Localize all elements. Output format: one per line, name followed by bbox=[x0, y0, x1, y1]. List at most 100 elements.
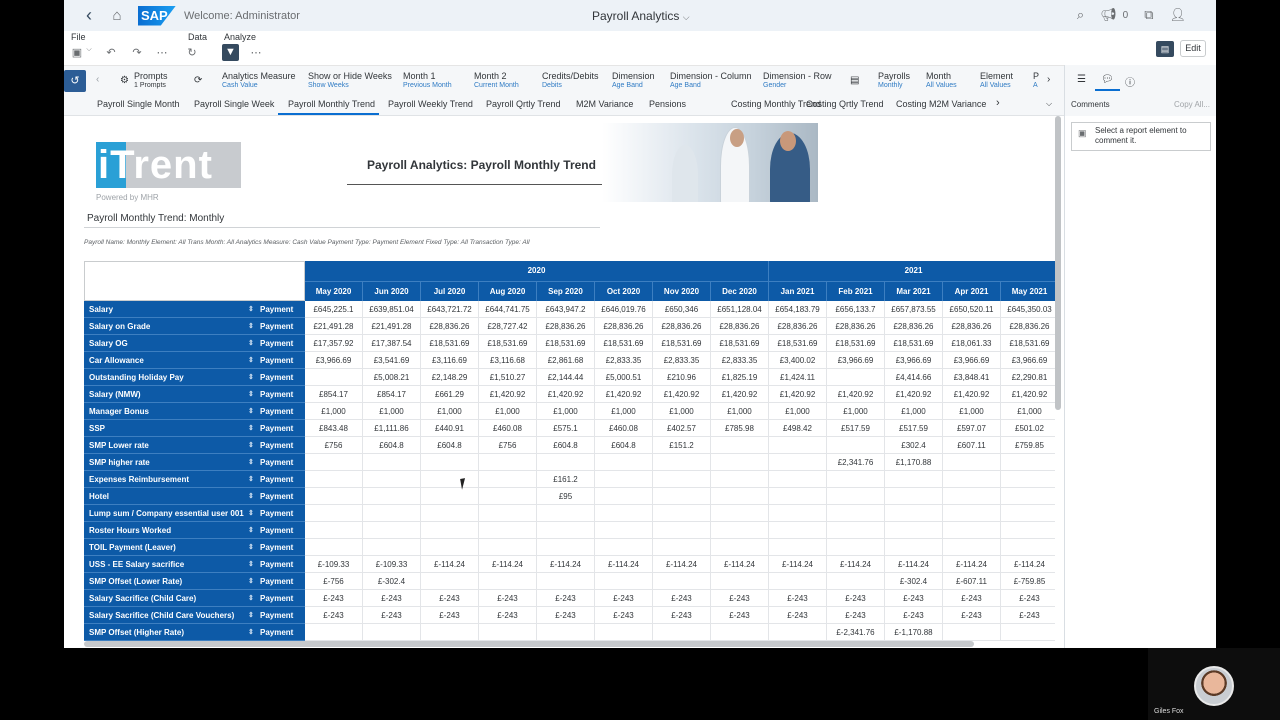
month-header[interactable]: Oct 2020 bbox=[595, 281, 653, 301]
table-cell[interactable] bbox=[363, 488, 421, 505]
table-cell[interactable]: £-243 bbox=[421, 607, 479, 624]
table-cell[interactable] bbox=[827, 437, 885, 454]
table-cell[interactable]: £28,836.26 bbox=[711, 318, 769, 335]
table-cell[interactable]: £-243 bbox=[1001, 607, 1055, 624]
table-cell[interactable] bbox=[479, 573, 537, 590]
tabs-next-icon[interactable]: › bbox=[996, 97, 1000, 109]
table-cell[interactable]: £21,491.28 bbox=[363, 318, 421, 335]
row-header[interactable]: SMP Offset (Lower Rate) ⇕ Payment bbox=[84, 573, 305, 590]
tab-payroll-single-month[interactable]: Payroll Single Month bbox=[97, 99, 180, 109]
table-cell[interactable] bbox=[653, 471, 711, 488]
table-cell[interactable]: £-243 bbox=[305, 607, 363, 624]
cmd-item-analytics-measure[interactable]: Analytics Measure Cash Value bbox=[222, 71, 296, 89]
table-cell[interactable]: £28,836.26 bbox=[769, 318, 827, 335]
row-header[interactable]: Lump sum / Company essential user 001 ⇕ Pa… bbox=[84, 505, 305, 522]
expand-toggle-icon[interactable]: ⇕ bbox=[248, 624, 254, 641]
table-cell[interactable] bbox=[769, 488, 827, 505]
cmd-item-month-1[interactable]: Month 1 Previous Month bbox=[403, 71, 452, 89]
expand-toggle-icon[interactable]: ⇕ bbox=[248, 386, 254, 403]
table-cell[interactable] bbox=[421, 624, 479, 641]
table-cell[interactable] bbox=[595, 573, 653, 590]
scroll-left-icon[interactable]: ‹ bbox=[96, 74, 99, 85]
cmd-item-month-2[interactable]: Month 2 Current Month bbox=[474, 71, 519, 89]
table-cell[interactable]: £-114.24 bbox=[653, 556, 711, 573]
table-cell[interactable] bbox=[1001, 505, 1055, 522]
table-cell[interactable]: £2,833.35 bbox=[711, 352, 769, 369]
table-cell[interactable] bbox=[653, 488, 711, 505]
expand-toggle-icon[interactable]: ⇕ bbox=[248, 352, 254, 369]
table-cell[interactable] bbox=[943, 505, 1001, 522]
table-cell[interactable]: £-109.33 bbox=[363, 556, 421, 573]
expand-toggle-icon[interactable]: ⇕ bbox=[248, 420, 254, 437]
table-cell[interactable]: £1,170.88 bbox=[885, 454, 943, 471]
table-cell[interactable]: £4,414.66 bbox=[885, 369, 943, 386]
table-cell[interactable]: £2,833.35 bbox=[653, 352, 711, 369]
row-header[interactable]: Salary ⇕ Payment bbox=[84, 301, 305, 318]
table-cell[interactable]: £1,000 bbox=[305, 403, 363, 420]
table-cell[interactable] bbox=[1001, 488, 1055, 505]
table-cell[interactable]: £-114.24 bbox=[479, 556, 537, 573]
table-cell[interactable]: £1,420.92 bbox=[943, 386, 1001, 403]
table-cell[interactable]: £1,000 bbox=[885, 403, 943, 420]
table-cell[interactable] bbox=[1001, 539, 1055, 556]
row-header[interactable]: TOIL Payment (Leaver) ⇕ Payment bbox=[84, 539, 305, 556]
horizontal-scrollbar[interactable] bbox=[84, 641, 974, 647]
table-cell[interactable] bbox=[711, 522, 769, 539]
table-cell[interactable]: £1,000 bbox=[653, 403, 711, 420]
table-cell[interactable]: £-243 bbox=[363, 590, 421, 607]
table-cell[interactable]: £-243 bbox=[363, 607, 421, 624]
table-cell[interactable] bbox=[1001, 471, 1055, 488]
more-icon[interactable]: ⋯ bbox=[155, 46, 169, 59]
table-cell[interactable]: £-243 bbox=[885, 607, 943, 624]
table-cell[interactable]: £643,721.72 bbox=[421, 301, 479, 318]
expand-toggle-icon[interactable]: ⇕ bbox=[248, 318, 254, 335]
table-cell[interactable] bbox=[711, 488, 769, 505]
table-cell[interactable] bbox=[769, 454, 827, 471]
file-menu-label[interactable]: File bbox=[71, 32, 86, 42]
month-header[interactable]: May 2020 bbox=[305, 281, 363, 301]
table-cell[interactable] bbox=[537, 573, 595, 590]
table-cell[interactable] bbox=[711, 471, 769, 488]
expand-toggle-icon[interactable]: ⇕ bbox=[248, 539, 254, 556]
search-icon[interactable]: ⌕ bbox=[1077, 7, 1084, 23]
table-cell[interactable] bbox=[595, 522, 653, 539]
table-cell[interactable]: £-607.11 bbox=[943, 573, 1001, 590]
table-cell[interactable]: £151.2 bbox=[653, 437, 711, 454]
table-cell[interactable]: £597.07 bbox=[943, 420, 1001, 437]
expand-toggle-icon[interactable]: ⇕ bbox=[248, 573, 254, 590]
undo-icon[interactable]: ↶ bbox=[104, 46, 118, 59]
table-cell[interactable] bbox=[305, 539, 363, 556]
table-cell[interactable]: £1,420.92 bbox=[595, 386, 653, 403]
expand-toggle-icon[interactable]: ⇕ bbox=[248, 522, 254, 539]
table-cell[interactable] bbox=[1001, 624, 1055, 641]
table-cell[interactable]: £-243 bbox=[653, 607, 711, 624]
table-cell[interactable]: £28,836.26 bbox=[421, 318, 479, 335]
table-cell[interactable] bbox=[537, 624, 595, 641]
table-cell[interactable]: £2,290.81 bbox=[1001, 369, 1055, 386]
table-cell[interactable]: £-243 bbox=[769, 590, 827, 607]
cmd-item-payrolls[interactable]: Payrolls Monthly bbox=[878, 71, 910, 89]
app-title[interactable]: Payroll Analytics ⌵ bbox=[592, 9, 690, 23]
table-cell[interactable]: £498.42 bbox=[769, 420, 827, 437]
table-cell[interactable]: £1,825.19 bbox=[711, 369, 769, 386]
table-cell[interactable]: £1,424.11 bbox=[769, 369, 827, 386]
table-cell[interactable]: £18,531.69 bbox=[711, 335, 769, 352]
table-cell[interactable]: £1,000 bbox=[421, 403, 479, 420]
table-cell[interactable]: £28,836.26 bbox=[653, 318, 711, 335]
back-icon[interactable]: ‹ bbox=[76, 5, 102, 26]
table-cell[interactable] bbox=[769, 505, 827, 522]
table-cell[interactable]: £-243 bbox=[943, 590, 1001, 607]
table-cell[interactable]: £18,531.69 bbox=[421, 335, 479, 352]
tab-pensions[interactable]: Pensions bbox=[649, 99, 686, 109]
table-cell[interactable]: £-302.4 bbox=[363, 573, 421, 590]
analyze-menu-label[interactable]: Analyze bbox=[224, 32, 256, 42]
table-cell[interactable]: £1,000 bbox=[943, 403, 1001, 420]
table-cell[interactable] bbox=[595, 624, 653, 641]
table-cell[interactable]: £5,008.21 bbox=[363, 369, 421, 386]
table-cell[interactable]: £-243 bbox=[827, 607, 885, 624]
row-header[interactable]: SMP higher rate ⇕ Payment bbox=[84, 454, 305, 471]
expand-toggle-icon[interactable]: ⇕ bbox=[248, 301, 254, 318]
month-header[interactable]: Apr 2021 bbox=[943, 281, 1001, 301]
table-cell[interactable] bbox=[885, 522, 943, 539]
table-cell[interactable]: £-243 bbox=[653, 590, 711, 607]
